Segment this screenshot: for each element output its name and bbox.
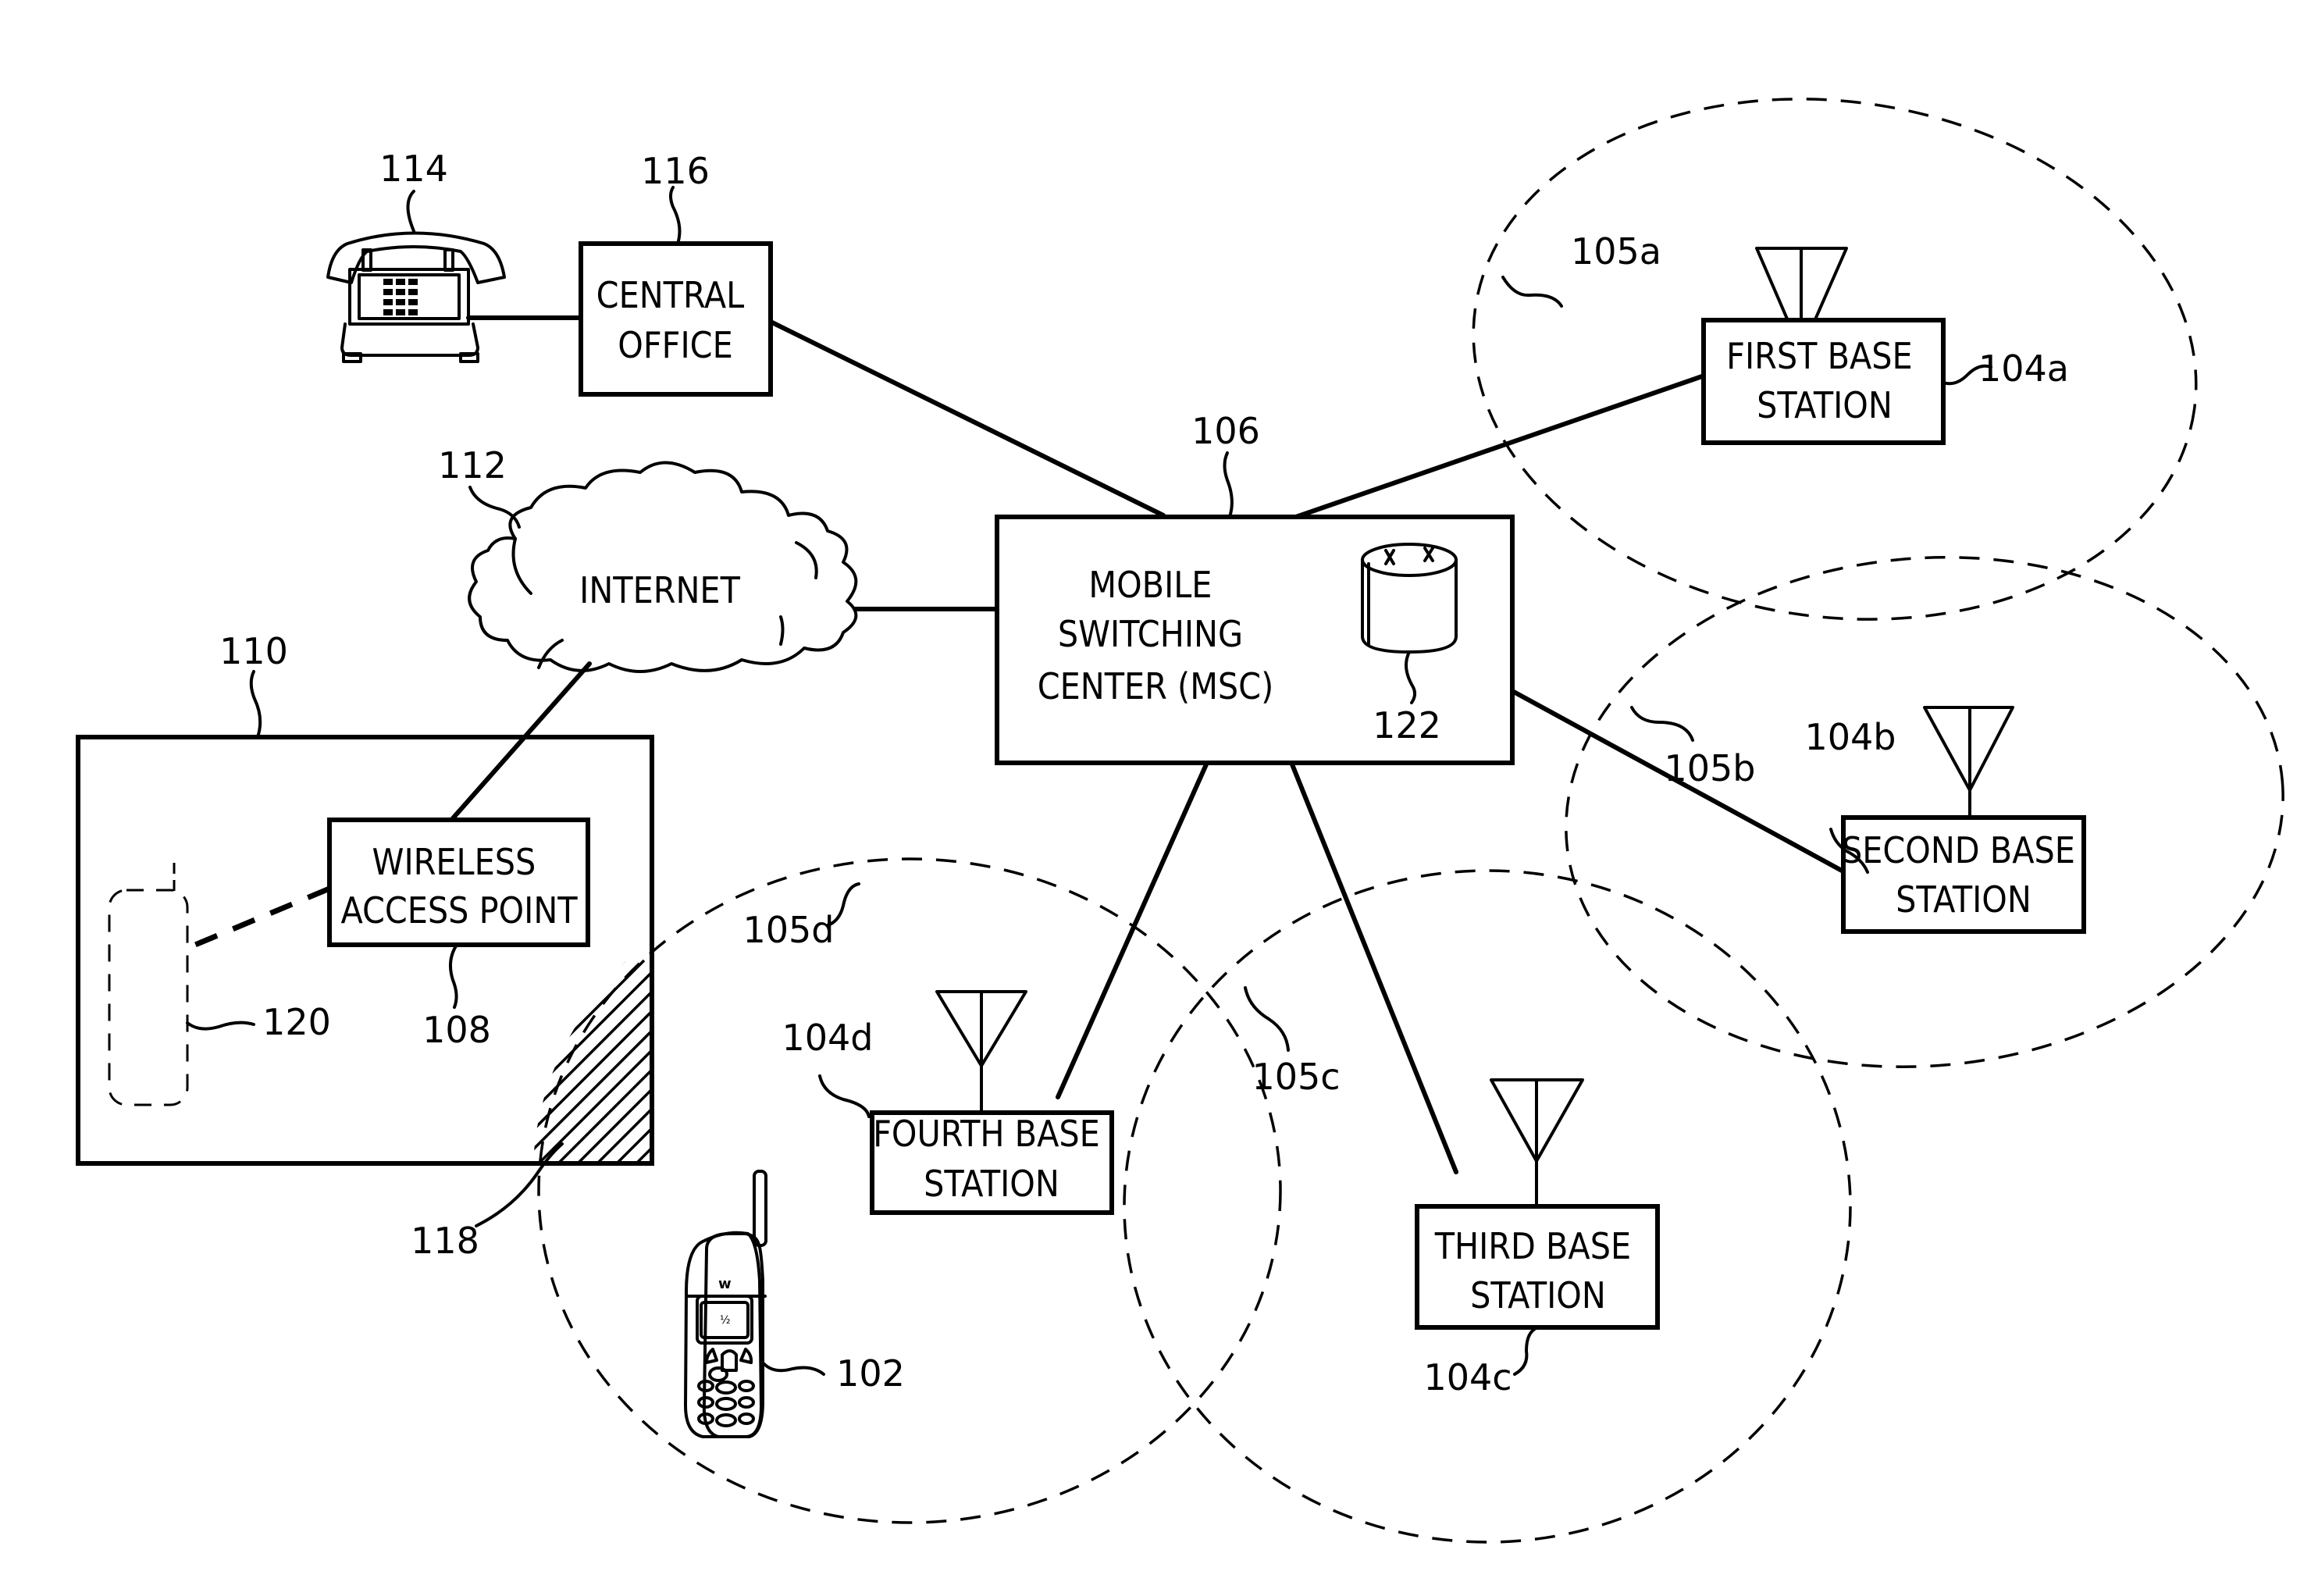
ref-106: 106 <box>1191 410 1260 452</box>
leader-120 <box>186 1021 255 1031</box>
leader-110 <box>249 670 262 739</box>
central-office-box <box>579 241 773 397</box>
ref-116: 116 <box>641 150 710 192</box>
ref-120: 120 <box>262 1001 331 1043</box>
ref-114: 114 <box>379 148 448 190</box>
leader-102 <box>761 1361 825 1376</box>
svg-text:w: w <box>718 1276 732 1292</box>
telephone-icon <box>326 231 506 363</box>
antenna-icon <box>1490 1078 1584 1208</box>
ref-102: 102 <box>836 1352 905 1395</box>
overlap-region-118 <box>533 959 652 1163</box>
network-diagram: 114 CENTRAL OFFICE 116 INTERNET 112 MOBI… <box>76 98 2284 1544</box>
leader-104c <box>1513 1326 1540 1376</box>
ref-105a: 105a <box>1571 230 1661 273</box>
building-outline <box>76 735 654 1166</box>
ref-108: 108 <box>422 1009 491 1051</box>
internet-cloud-icon <box>468 461 858 673</box>
wlan-device-outline <box>108 863 189 1106</box>
internet-label: INTERNET <box>579 569 740 611</box>
ref-110: 110 <box>219 630 288 672</box>
ref-105b: 105b <box>1665 747 1756 789</box>
mobile-phone-icon: ½ w <box>684 1170 767 1438</box>
ref-104d: 104d <box>782 1017 874 1059</box>
leader-106 <box>1223 451 1234 518</box>
leader-118 <box>475 1142 564 1227</box>
link-wap-device <box>184 885 331 952</box>
ref-105d: 105d <box>743 909 835 951</box>
ref-118: 118 <box>411 1220 479 1262</box>
leader-114 <box>406 190 415 233</box>
ref-104b: 104b <box>1805 716 1896 758</box>
leader-116 <box>669 186 682 245</box>
ref-104c: 104c <box>1423 1356 1512 1398</box>
leader-105b <box>1630 706 1694 742</box>
ref-105c: 105c <box>1252 1056 1340 1098</box>
ref-104a: 104a <box>1978 347 2069 390</box>
leader-105c <box>1244 986 1290 1052</box>
link-central-office-msc <box>768 319 1166 518</box>
ref-122: 122 <box>1373 704 1441 746</box>
svg-text:½: ½ <box>720 1314 731 1327</box>
leader-105a <box>1501 276 1563 308</box>
coverage-area-105b <box>1565 556 2284 1068</box>
leader-104d <box>818 1074 871 1118</box>
link-msc-third-bs <box>1290 762 1458 1174</box>
link-internet-wap <box>450 661 592 821</box>
antenna-icon <box>935 990 1027 1114</box>
link-msc-fourth-bs <box>1056 762 1209 1099</box>
antenna-icon <box>1923 706 2014 819</box>
link-msc-first-bs <box>1294 374 1704 519</box>
leader-108 <box>448 943 458 1009</box>
ref-112: 112 <box>438 444 507 486</box>
